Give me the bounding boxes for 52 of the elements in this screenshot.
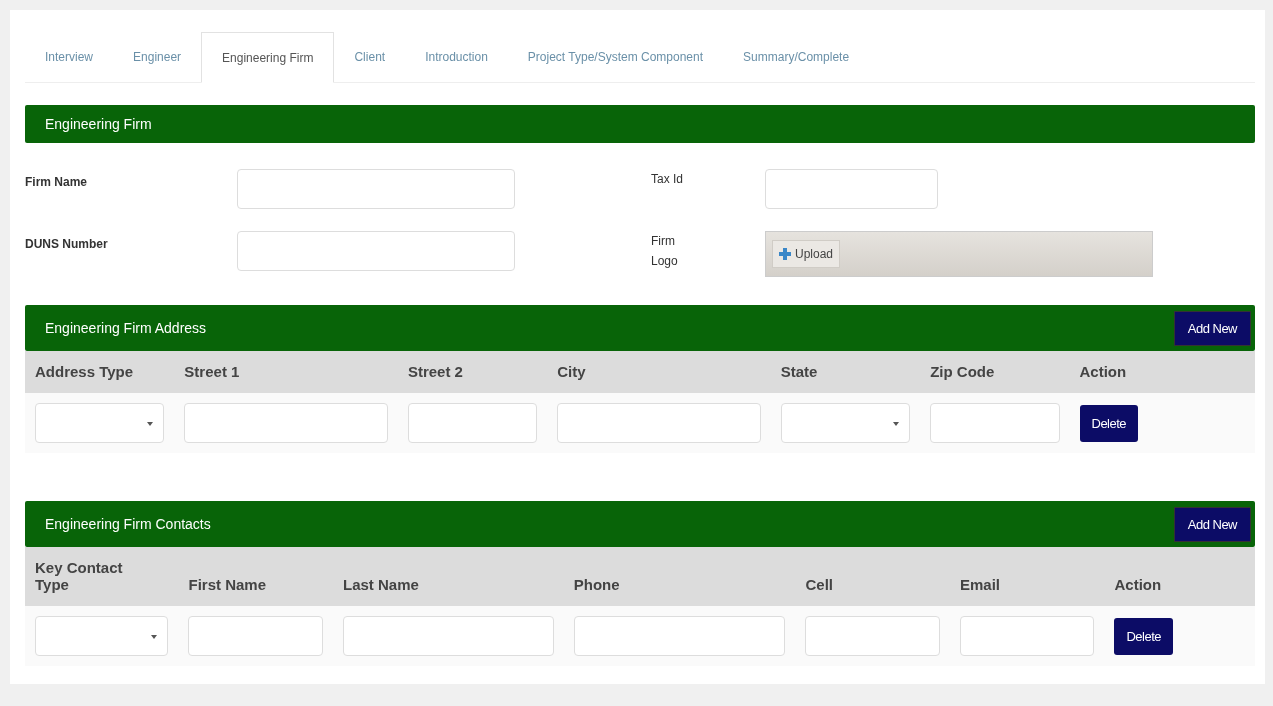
input-field[interactable] bbox=[765, 169, 938, 209]
input-field[interactable] bbox=[557, 403, 761, 443]
dropdown[interactable] bbox=[35, 403, 165, 443]
add-new-button[interactable]: Add New bbox=[1173, 506, 1251, 542]
caret-icon bbox=[893, 422, 900, 426]
input-field[interactable] bbox=[184, 403, 388, 443]
tab[interactable]: Engineer bbox=[113, 32, 202, 82]
input-field[interactable] bbox=[930, 403, 1060, 443]
input-field[interactable] bbox=[237, 169, 515, 209]
column-header: Key Contact Type bbox=[35, 559, 124, 593]
field-label: Tax Id bbox=[651, 171, 684, 188]
field-label: Firm Name bbox=[25, 174, 89, 189]
column-header: Street 1 bbox=[184, 363, 240, 380]
add-new-button[interactable]: Add New bbox=[1173, 310, 1251, 346]
input-field[interactable] bbox=[407, 403, 538, 443]
column-header: Action bbox=[1079, 363, 1127, 380]
delete-button[interactable]: Delete bbox=[1079, 404, 1139, 442]
column-header: Street 2 bbox=[407, 363, 463, 380]
input-field[interactable] bbox=[343, 616, 554, 656]
column-header: Cell bbox=[805, 576, 833, 593]
tab[interactable]: Engineering Firm bbox=[201, 32, 335, 83]
dropdown[interactable] bbox=[780, 403, 911, 443]
tab[interactable]: Summary/Complete bbox=[723, 32, 870, 82]
section-title: Engineering Firm Contacts bbox=[45, 516, 211, 532]
column-header: First Name bbox=[188, 576, 266, 593]
delete-button[interactable]: Delete bbox=[1114, 617, 1174, 655]
input-field[interactable] bbox=[960, 616, 1095, 656]
input-field[interactable] bbox=[237, 231, 515, 271]
tab[interactable]: Project Type/System Component bbox=[507, 32, 724, 82]
column-header: Address Type bbox=[35, 363, 134, 380]
caret-icon bbox=[151, 635, 158, 639]
column-header: Phone bbox=[573, 576, 620, 593]
upload-button[interactable]: Upload bbox=[772, 240, 841, 268]
input-field[interactable] bbox=[188, 616, 323, 656]
field-label: DUNS Number bbox=[25, 236, 109, 251]
input-field[interactable] bbox=[573, 616, 786, 656]
plus-icon bbox=[779, 248, 791, 260]
tab[interactable]: Interview bbox=[25, 32, 114, 82]
section-title: Engineering Firm bbox=[45, 116, 152, 132]
input-field[interactable] bbox=[805, 616, 940, 656]
column-header: Action bbox=[1114, 576, 1162, 593]
dropdown[interactable] bbox=[35, 616, 169, 656]
column-header: State bbox=[780, 363, 818, 380]
column-header: Email bbox=[960, 576, 1000, 593]
column-header: Last Name bbox=[343, 576, 419, 593]
caret-icon bbox=[147, 422, 154, 426]
tab[interactable]: Introduction bbox=[405, 32, 508, 82]
column-header: Zip Code bbox=[930, 363, 995, 380]
column-header: City bbox=[557, 363, 586, 380]
tab[interactable]: Client bbox=[334, 32, 406, 82]
field-label: Firm Logo bbox=[651, 233, 679, 270]
section-title: Engineering Firm Address bbox=[45, 320, 207, 336]
